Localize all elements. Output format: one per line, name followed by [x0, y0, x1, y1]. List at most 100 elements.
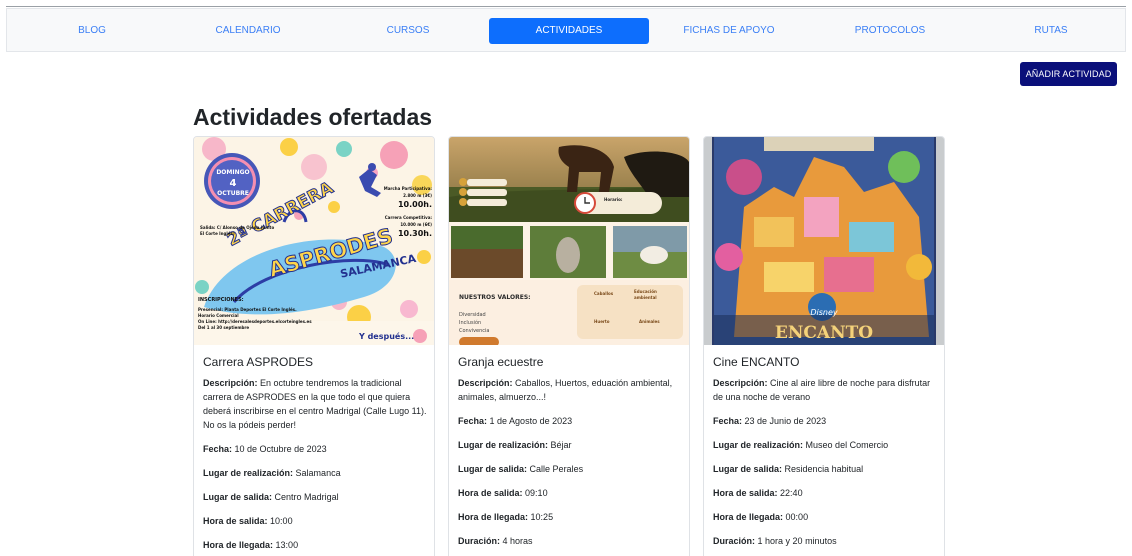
card-title: Carrera ASPRODES: [203, 355, 314, 369]
field-value: Calle Perales: [529, 464, 584, 474]
nav-item-actividades[interactable]: ACTIVIDADES: [489, 18, 649, 44]
poster-comp-label: Carrera Competitiva:: [384, 215, 432, 220]
field-value: 09:10: [525, 488, 548, 498]
field-value: Museo del Comercio: [805, 440, 889, 450]
poster-educacion: Educación ambiental: [634, 289, 657, 300]
field-value: Residencia habitual: [784, 464, 864, 474]
card-description: Descripción: En octubre tendremos la tra…: [203, 376, 429, 432]
card-image-carrera-poster: DOMINGO 4 OCTUBRE 2ª CARRERA ASPRODES SA…: [194, 137, 434, 345]
card-title: Granja ecuestre: [458, 355, 544, 369]
card-description: Descripción: Cine al aire libre de noche…: [713, 376, 939, 404]
nav-item-blog[interactable]: BLOG: [17, 18, 167, 44]
card-body-cine: Cine ENCANTO Descripción: Cine al aire l…: [713, 355, 939, 556]
field-label: Descripción:: [203, 378, 258, 388]
card-departure-place: Lugar de salida: Residencia habitual: [713, 462, 939, 476]
card-arrival-time: Hora de llegada: 10:25: [458, 510, 684, 524]
top-divider: [6, 6, 1126, 7]
poster-march-dist: 2.800 m (3€): [403, 193, 432, 198]
poster-value-3: Convivencia: [459, 328, 490, 334]
field-label: Hora de llegada:: [713, 512, 784, 522]
field-value: Salamanca: [295, 468, 341, 478]
activity-card-cine: Disney ENCANTO Cine ENCANTO Descripción:…: [703, 136, 945, 556]
poster-month: OCTUBRE: [217, 190, 249, 197]
card-date: Fecha: 10 de Octubre de 2023: [203, 442, 429, 456]
field-label: Duración:: [713, 536, 756, 546]
field-value: 22:40: [780, 488, 803, 498]
poster-animales: Animales: [639, 319, 660, 324]
card-departure-time: Hora de salida: 10:00: [203, 514, 429, 528]
field-value: Béjar: [550, 440, 572, 450]
poster-horario: Horario:: [604, 197, 623, 202]
card-image-encanto-poster: Disney ENCANTO: [704, 137, 944, 345]
field-value: 1 de Agosto de 2023: [489, 416, 573, 426]
card-venue: Lugar de realización: Museo del Comercio: [713, 438, 939, 452]
field-label: Hora de salida:: [458, 488, 523, 498]
card-body-carrera: Carrera ASPRODES Descripción: En octubre…: [203, 355, 429, 556]
poster-dates: Del 1 al 30 septiembre: [198, 325, 250, 330]
nav-item-cursos[interactable]: CURSOS: [333, 18, 483, 44]
nav-item-calendario[interactable]: CALENDARIO: [173, 18, 323, 44]
page-title: Actividades ofertadas: [193, 104, 433, 130]
card-image-granja-poster: Horario: NUESTROS VALORES: Diversidad In…: [449, 137, 689, 345]
poster-after: Y después...: [359, 332, 415, 341]
field-label: Hora de salida:: [713, 488, 778, 498]
card-body-granja: Granja ecuestre Descripción: Caballos, H…: [458, 355, 684, 556]
card-departure-place: Lugar de salida: Calle Perales: [458, 462, 684, 476]
activity-card-granja: Horario: NUESTROS VALORES: Diversidad In…: [448, 136, 690, 556]
field-value: 10:25: [530, 512, 554, 522]
field-label: Lugar de realización:: [203, 468, 294, 478]
field-value: 1 hora y 20 minutos: [757, 536, 837, 546]
field-label: Fecha:: [713, 416, 743, 426]
activity-card-carrera: DOMINGO 4 OCTUBRE 2ª CARRERA ASPRODES SA…: [193, 136, 435, 556]
nav-item-fichas-de-apoyo[interactable]: FICHAS DE APOYO: [654, 18, 804, 44]
poster-day-word: DOMINGO: [216, 169, 250, 176]
field-label: Duración:: [458, 536, 501, 546]
card-duration: Duración: 4 horas: [458, 534, 684, 548]
main-navbar: BLOG CALENDARIO CURSOS ACTIVIDADES FICHA…: [6, 8, 1126, 52]
poster-huerto: Huerto: [594, 319, 610, 324]
nav-item-protocolos[interactable]: PROTOCOLOS: [815, 18, 965, 44]
field-value: Centro Madrigal: [274, 492, 339, 502]
card-date: Fecha: 23 de Junio de 2023: [713, 414, 939, 428]
poster-comp-dist: 10.000 m (6€): [400, 222, 432, 227]
poster-valores: NUESTROS VALORES:: [459, 294, 531, 301]
card-departure-time: Hora de salida: 22:40: [713, 486, 939, 500]
poster-march-time: 10.00h.: [397, 200, 432, 209]
poster-caballos: Caballos: [594, 291, 614, 296]
card-venue: Lugar de realización: Salamanca: [203, 466, 429, 480]
poster-value-1: Diversidad: [459, 312, 486, 318]
nav-item-rutas[interactable]: RUTAS: [976, 18, 1126, 44]
field-value: 10 de Octubre de 2023: [234, 444, 327, 454]
field-label: Hora de llegada:: [203, 540, 274, 550]
poster-comp-time: 10.30h.: [397, 229, 432, 238]
poster-brand: Disney: [810, 308, 838, 317]
field-value: 13:00: [275, 540, 299, 550]
field-label: Lugar de realización:: [713, 440, 804, 450]
card-title: Cine ENCANTO: [713, 355, 800, 369]
card-departure-time: Hora de salida: 09:10: [458, 486, 684, 500]
field-label: Hora de salida:: [203, 516, 268, 526]
poster-value-2: Inclusión: [459, 320, 482, 326]
card-duration: Duración: 1 hora y 20 minutos: [713, 534, 939, 548]
field-label: Lugar de realización:: [458, 440, 549, 450]
add-activity-button[interactable]: AÑADIR ACTIVIDAD: [1020, 62, 1117, 86]
field-value: 10:00: [270, 516, 293, 526]
card-arrival-time: Hora de llegada: 13:00: [203, 538, 429, 552]
field-label: Descripción:: [458, 378, 513, 388]
poster-inscriptions: INSCRIPCIONES:: [198, 297, 244, 303]
card-arrival-time: Hora de llegada: 00:00: [713, 510, 939, 524]
field-value: 4 horas: [502, 536, 533, 546]
field-label: Lugar de salida:: [713, 464, 783, 474]
poster-movie-title: ENCANTO: [774, 323, 874, 343]
poster-march-label: Marcha Participativa:: [383, 186, 432, 191]
card-date: Fecha: 1 de Agosto de 2023: [458, 414, 684, 428]
card-departure-place: Lugar de salida: Centro Madrigal: [203, 490, 429, 504]
field-label: Fecha:: [203, 444, 233, 454]
field-label: Lugar de salida:: [458, 464, 528, 474]
field-label: Lugar de salida:: [203, 492, 273, 502]
field-label: Fecha:: [458, 416, 488, 426]
field-label: Descripción:: [713, 378, 768, 388]
card-venue: Lugar de realización: Béjar: [458, 438, 684, 452]
field-label: Hora de llegada:: [458, 512, 529, 522]
card-description: Descripción: Caballos, Huertos, eduación…: [458, 376, 684, 404]
